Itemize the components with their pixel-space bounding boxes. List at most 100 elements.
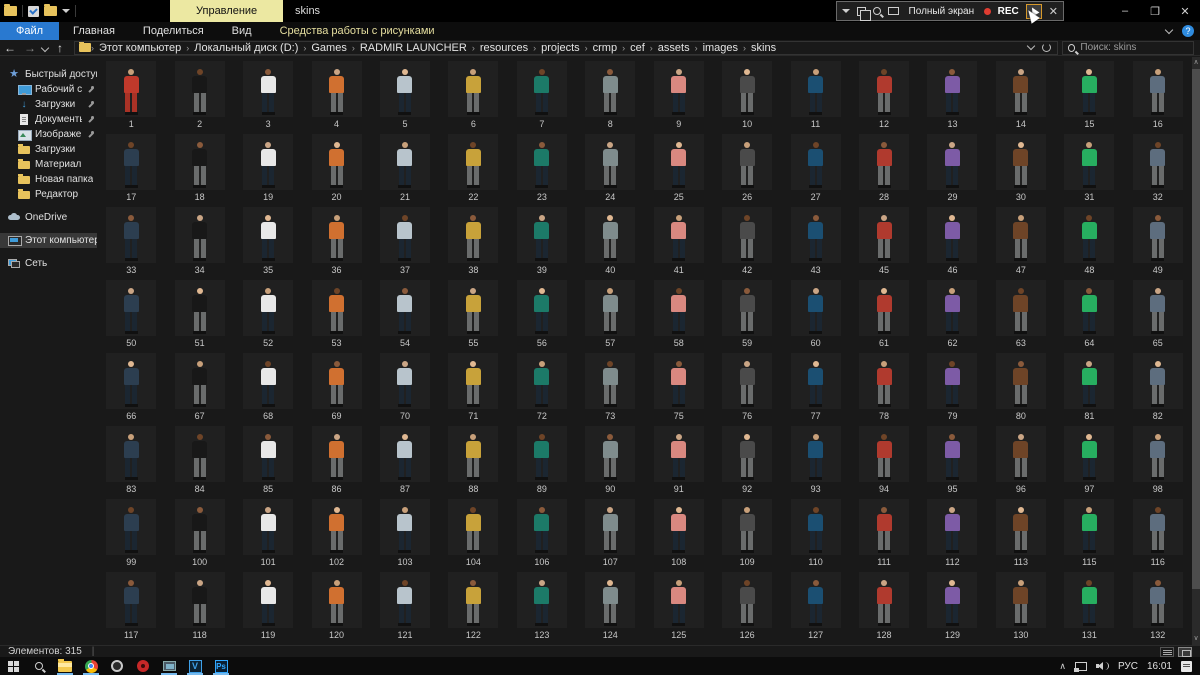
back-button[interactable]: ← <box>0 41 20 55</box>
breadcrumb-item[interactable]: resources <box>475 42 533 54</box>
language-indicator[interactable]: РУС <box>1118 661 1138 672</box>
file-item[interactable]: 53 <box>302 278 370 351</box>
details-view-button[interactable] <box>1160 646 1174 657</box>
file-item[interactable]: 63 <box>987 278 1055 351</box>
file-item[interactable]: 103 <box>371 497 439 570</box>
action-center-icon[interactable] <box>1181 660 1192 672</box>
file-item[interactable]: 65 <box>1124 278 1192 351</box>
file-item[interactable]: 108 <box>645 497 713 570</box>
volume-icon[interactable] <box>1095 661 1109 671</box>
file-item[interactable]: 96 <box>987 424 1055 497</box>
ribbon-tab-2[interactable]: Поделиться <box>129 22 218 40</box>
file-item[interactable]: 67 <box>165 351 233 424</box>
taskbar-video-editor-button[interactable]: V <box>182 657 208 675</box>
file-item[interactable]: 104 <box>439 497 507 570</box>
file-item[interactable]: 2 <box>165 59 233 132</box>
file-item[interactable]: 89 <box>508 424 576 497</box>
file-item[interactable]: 18 <box>165 132 233 205</box>
file-item[interactable]: 111 <box>850 497 918 570</box>
file-item[interactable]: 113 <box>987 497 1055 570</box>
file-item[interactable]: 119 <box>234 570 302 643</box>
file-item[interactable]: 92 <box>713 424 781 497</box>
file-item[interactable]: 54 <box>371 278 439 351</box>
file-item[interactable]: 86 <box>302 424 370 497</box>
file-item[interactable]: 90 <box>576 424 644 497</box>
sidebar-item-pictures-4[interactable]: Изображения <box>0 127 97 142</box>
taskbar-chrome-button[interactable] <box>78 657 104 675</box>
file-item[interactable]: 21 <box>371 132 439 205</box>
file-item[interactable]: 49 <box>1124 205 1192 278</box>
ribbon-tab-4[interactable]: Средства работы с рисунками <box>266 22 449 40</box>
file-item[interactable]: 93 <box>781 424 849 497</box>
file-item[interactable]: 118 <box>165 570 233 643</box>
address-dropdown-icon[interactable] <box>1026 41 1036 51</box>
file-item[interactable]: 91 <box>645 424 713 497</box>
file-item[interactable]: 58 <box>645 278 713 351</box>
file-item[interactable]: 59 <box>713 278 781 351</box>
sidebar-item-desktop-1[interactable]: Рабочий стол <box>0 82 97 97</box>
file-item[interactable]: 15 <box>1055 59 1123 132</box>
file-item[interactable]: 31 <box>1055 132 1123 205</box>
file-item[interactable]: 126 <box>713 570 781 643</box>
taskbar-explorer-button[interactable] <box>52 657 78 675</box>
file-item[interactable]: 42 <box>713 205 781 278</box>
file-item[interactable]: 69 <box>302 351 370 424</box>
file-item[interactable]: 16 <box>1124 59 1192 132</box>
file-item[interactable]: 32 <box>1124 132 1192 205</box>
taskbar-recorder-button[interactable] <box>130 657 156 675</box>
file-item[interactable]: 38 <box>439 205 507 278</box>
forward-button[interactable]: → <box>20 41 40 55</box>
file-item[interactable]: 22 <box>439 132 507 205</box>
file-item[interactable]: 39 <box>508 205 576 278</box>
file-item[interactable]: 12 <box>850 59 918 132</box>
file-item[interactable]: 66 <box>97 351 165 424</box>
file-item[interactable]: 57 <box>576 278 644 351</box>
file-item[interactable]: 121 <box>371 570 439 643</box>
file-item[interactable]: 17 <box>97 132 165 205</box>
file-item[interactable]: 112 <box>918 497 986 570</box>
sidebar-item-folder-6[interactable]: Материал <box>0 157 97 172</box>
file-item[interactable]: 6 <box>439 59 507 132</box>
file-item[interactable]: 9 <box>645 59 713 132</box>
file-item[interactable]: 120 <box>302 570 370 643</box>
file-item[interactable]: 88 <box>439 424 507 497</box>
file-item[interactable]: 61 <box>850 278 918 351</box>
sidebar-item-download-2[interactable]: ↓ Загрузки <box>0 97 97 112</box>
sidebar-item-star-0[interactable]: ★ Быстрый доступ <box>0 67 97 82</box>
recent-locations-icon[interactable] <box>40 43 50 52</box>
file-item[interactable]: 64 <box>1055 278 1123 351</box>
properties-icon[interactable] <box>28 5 39 17</box>
file-item[interactable]: 87 <box>371 424 439 497</box>
file-item[interactable]: 127 <box>781 570 849 643</box>
file-item[interactable]: 95 <box>918 424 986 497</box>
file-item[interactable]: 43 <box>781 205 849 278</box>
file-item[interactable]: 37 <box>371 205 439 278</box>
file-item[interactable]: 129 <box>918 570 986 643</box>
file-item[interactable]: 33 <box>97 205 165 278</box>
breadcrumb-item[interactable]: RADMIR LAUNCHER <box>355 42 472 54</box>
recorder-menu-icon[interactable] <box>842 9 850 13</box>
network-icon[interactable] <box>1073 661 1087 672</box>
taskbar-photos-button[interactable] <box>156 657 182 675</box>
ribbon-tab-3[interactable]: Вид <box>218 22 266 40</box>
file-item[interactable]: 125 <box>645 570 713 643</box>
file-item[interactable]: 73 <box>576 351 644 424</box>
file-item[interactable]: 62 <box>918 278 986 351</box>
file-item[interactable]: 79 <box>918 351 986 424</box>
taskbar-obs-button[interactable] <box>104 657 130 675</box>
file-item[interactable]: 7 <box>508 59 576 132</box>
file-item[interactable]: 56 <box>508 278 576 351</box>
file-item[interactable]: 116 <box>1124 497 1192 570</box>
file-item[interactable]: 97 <box>1055 424 1123 497</box>
manage-contextual-tab[interactable]: Управление <box>170 0 284 22</box>
file-item[interactable]: 35 <box>234 205 302 278</box>
file-item[interactable]: 52 <box>234 278 302 351</box>
breadcrumb-field[interactable]: › Этот компьютер › Локальный диск (D:) › Game… <box>74 40 1058 55</box>
file-item[interactable]: 34 <box>165 205 233 278</box>
breadcrumb-item[interactable]: skins <box>746 42 781 54</box>
file-item[interactable]: 82 <box>1124 351 1192 424</box>
scrollbar-thumb[interactable] <box>1192 69 1200 589</box>
file-item[interactable]: 110 <box>781 497 849 570</box>
file-item[interactable]: 80 <box>987 351 1055 424</box>
recorder-layers-icon[interactable] <box>857 6 871 21</box>
